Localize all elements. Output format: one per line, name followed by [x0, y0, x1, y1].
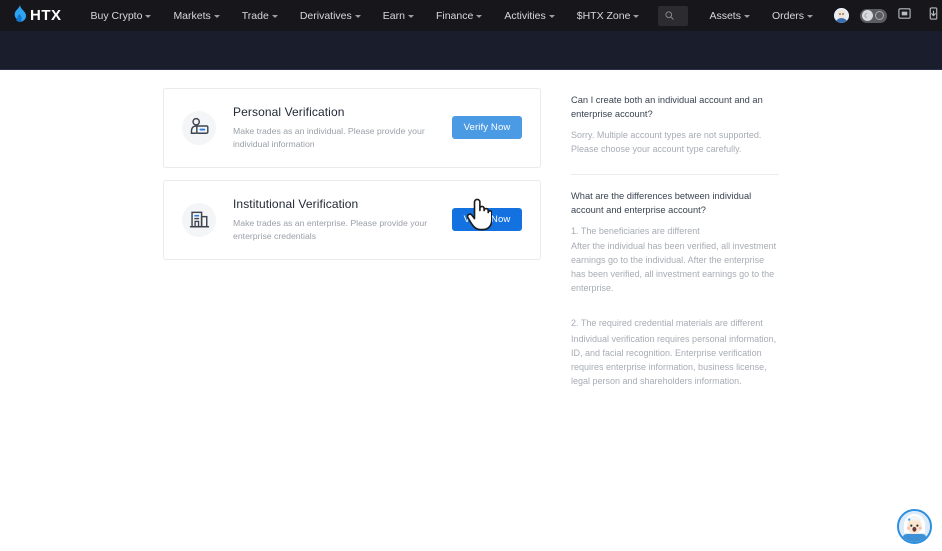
nav-item-htx-zone[interactable]: $HTX Zone: [566, 0, 651, 31]
search-icon: [665, 7, 675, 25]
nav-label: Trade: [241, 9, 269, 22]
card-text: Institutional Verification Make trades a…: [233, 197, 452, 243]
chevron-down-icon: [407, 14, 414, 18]
nav-item-markets[interactable]: Markets: [162, 0, 230, 31]
card-description: Make trades as an individual. Please pro…: [233, 126, 425, 149]
nav-item-finance[interactable]: Finance: [425, 0, 493, 31]
nav-label: Earn: [382, 9, 405, 22]
verification-card-list: Personal Verification Make trades as an …: [163, 88, 541, 389]
building-icon: [182, 202, 216, 237]
nav-item-derivatives[interactable]: Derivatives: [289, 0, 372, 31]
card-text: Personal Verification Make trades as an …: [233, 105, 452, 151]
flame-droplet-icon: [14, 4, 27, 27]
card-title: Personal Verification: [233, 105, 345, 119]
chevron-down-icon: [354, 14, 361, 18]
chevron-down-icon: [807, 14, 814, 18]
nav-item-activities[interactable]: Activities: [493, 0, 565, 31]
chevron-down-icon: [476, 14, 483, 18]
nav-item-earn[interactable]: Earn: [372, 0, 425, 31]
nav-item-trade[interactable]: Trade: [231, 0, 289, 31]
nav-label: Derivatives: [299, 9, 352, 22]
chevron-down-icon: [633, 14, 640, 18]
download-app-icon: [927, 6, 940, 25]
nav-item-orders[interactable]: Orders: [761, 0, 824, 31]
user-avatar-icon: [833, 8, 849, 23]
person-card-icon: [182, 110, 216, 145]
nav-label: Assets: [709, 9, 741, 22]
nav-item-assets[interactable]: Assets: [698, 0, 761, 31]
logo-text: HTX: [30, 7, 62, 24]
nav-label: $HTX Zone: [576, 9, 631, 22]
faq-point-2-body: Individual verification requires persona…: [571, 334, 777, 386]
nav-label: Markets: [173, 9, 211, 22]
download-app-button[interactable]: [921, 4, 942, 28]
chevron-down-icon: [548, 14, 555, 18]
secondary-nav: Assets Orders ☾: [698, 0, 942, 31]
nav-item-buy-crypto[interactable]: Buy Crypto: [80, 0, 163, 31]
card-personal-verification: Personal Verification Make trades as an …: [163, 88, 541, 168]
faq-point-1-title: 1. The beneficiaries are different: [571, 225, 700, 236]
moon-icon: ☾: [861, 10, 873, 21]
primary-nav: Buy Crypto Markets Trade Derivatives Ear…: [80, 0, 651, 31]
support-chat-button[interactable]: [897, 509, 932, 544]
content-wrapper: Personal Verification Make trades as an …: [0, 70, 942, 389]
htx-logo[interactable]: HTX: [14, 4, 62, 27]
announcement-icon: [897, 7, 911, 25]
card-description: Make trades as an enterprise. Please pro…: [233, 217, 428, 241]
user-avatar-button[interactable]: [829, 4, 853, 28]
sun-icon: [874, 11, 884, 20]
card-institutional-verification: Institutional Verification Make trades a…: [163, 179, 541, 260]
support-mascot-icon: [899, 511, 930, 542]
verify-now-button-personal[interactable]: Verify Now: [452, 116, 522, 140]
faq-panel: Can I create both an individual account …: [571, 88, 779, 389]
top-navbar: HTX Buy Crypto Markets Trade Derivatives…: [0, 0, 942, 31]
faq-question-1: Can I create both an individual account …: [571, 95, 763, 120]
nav-label: Activities: [504, 9, 546, 22]
chevron-down-icon: [743, 14, 750, 18]
search-box[interactable]: [658, 5, 689, 26]
faq-point-1-body: After the individual has been verified, …: [571, 241, 777, 294]
verify-now-button-institutional[interactable]: Verify Now: [452, 208, 522, 232]
faq-answer-1: Sorry. Multiple account types are not su…: [571, 129, 762, 154]
nav-label: Buy Crypto: [90, 9, 143, 22]
chevron-down-icon: [271, 14, 278, 18]
announcement-button[interactable]: [892, 4, 916, 28]
secondary-dark-bar: [0, 31, 942, 70]
theme-toggle-switch[interactable]: ☾: [860, 8, 888, 23]
page-body: Personal Verification Make trades as an …: [0, 70, 942, 551]
nav-label: Orders: [771, 9, 805, 22]
chevron-down-icon: [145, 14, 152, 18]
faq-question-2: What are the differences between individ…: [571, 190, 752, 216]
nav-label: Finance: [435, 9, 474, 22]
faq-point-2-title: 2. The required credential materials are…: [571, 318, 763, 329]
faq-divider: [571, 173, 779, 175]
chevron-down-icon: [213, 14, 220, 18]
card-title: Institutional Verification: [233, 196, 359, 211]
